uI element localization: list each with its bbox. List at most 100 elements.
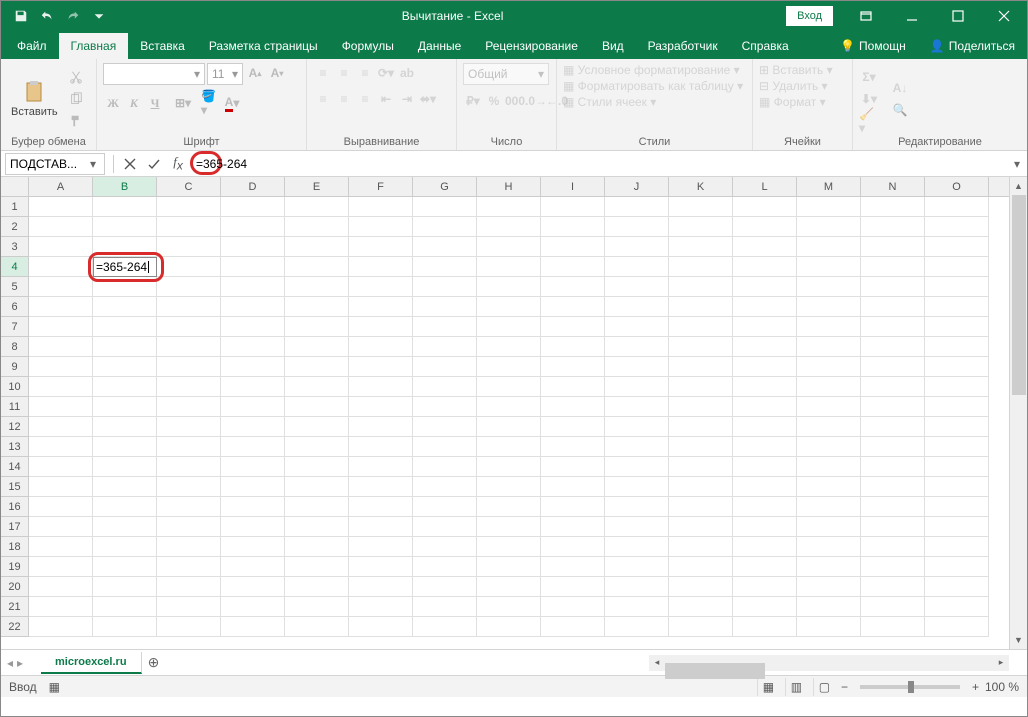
cell[interactable] — [29, 197, 93, 217]
font-name-combo[interactable]: ▾ — [103, 63, 205, 85]
cell[interactable] — [797, 377, 861, 397]
cell[interactable] — [541, 357, 605, 377]
tab-help[interactable]: Справка — [730, 33, 801, 59]
scroll-up-icon[interactable]: ▲ — [1010, 177, 1027, 195]
comma-icon[interactable]: 000 — [505, 91, 525, 111]
tab-view[interactable]: Вид — [590, 33, 636, 59]
cell[interactable] — [733, 437, 797, 457]
row-header[interactable]: 17 — [1, 517, 28, 537]
cell[interactable] — [29, 397, 93, 417]
cell[interactable] — [925, 437, 989, 457]
cell[interactable] — [605, 297, 669, 317]
cell[interactable] — [285, 457, 349, 477]
column-header[interactable]: E — [285, 177, 349, 196]
cell[interactable] — [541, 477, 605, 497]
cell[interactable] — [157, 497, 221, 517]
cell[interactable] — [221, 397, 285, 417]
underline-button[interactable]: Ч — [145, 93, 165, 113]
sheet-next-icon[interactable]: ▸ — [17, 656, 23, 670]
undo-icon[interactable] — [35, 4, 59, 28]
cell[interactable] — [221, 577, 285, 597]
cell[interactable] — [29, 617, 93, 637]
cell[interactable] — [29, 437, 93, 457]
cell[interactable] — [733, 257, 797, 277]
cancel-formula-icon[interactable] — [118, 153, 142, 175]
cell[interactable] — [669, 277, 733, 297]
cell[interactable] — [541, 577, 605, 597]
cell[interactable] — [349, 377, 413, 397]
cell[interactable] — [797, 517, 861, 537]
cell[interactable] — [413, 417, 477, 437]
row-header[interactable]: 16 — [1, 497, 28, 517]
cell[interactable] — [413, 217, 477, 237]
cell[interactable] — [93, 457, 157, 477]
row-header[interactable]: 1 — [1, 197, 28, 217]
column-header[interactable]: B — [93, 177, 157, 196]
row-header[interactable]: 10 — [1, 377, 28, 397]
cell[interactable] — [93, 277, 157, 297]
column-header[interactable]: D — [221, 177, 285, 196]
cell[interactable] — [221, 297, 285, 317]
cell[interactable] — [733, 537, 797, 557]
cell[interactable] — [349, 537, 413, 557]
cell[interactable] — [605, 317, 669, 337]
cell[interactable] — [157, 597, 221, 617]
cell[interactable] — [477, 337, 541, 357]
cell[interactable] — [413, 397, 477, 417]
cell[interactable] — [861, 477, 925, 497]
cell[interactable] — [477, 437, 541, 457]
save-icon[interactable] — [9, 4, 33, 28]
cell[interactable] — [221, 457, 285, 477]
column-header[interactable]: M — [797, 177, 861, 196]
cell[interactable] — [605, 517, 669, 537]
cell[interactable] — [157, 417, 221, 437]
cell[interactable] — [221, 317, 285, 337]
cell[interactable] — [285, 237, 349, 257]
cell[interactable] — [349, 397, 413, 417]
cell[interactable] — [349, 437, 413, 457]
cell[interactable] — [797, 417, 861, 437]
cell[interactable] — [541, 397, 605, 417]
cell[interactable] — [93, 217, 157, 237]
cell[interactable] — [733, 417, 797, 437]
cell[interactable] — [93, 477, 157, 497]
cell[interactable] — [93, 437, 157, 457]
cell[interactable] — [733, 597, 797, 617]
cell[interactable] — [285, 577, 349, 597]
cell[interactable] — [413, 277, 477, 297]
cell[interactable] — [477, 557, 541, 577]
row-header[interactable]: 6 — [1, 297, 28, 317]
cell[interactable] — [413, 577, 477, 597]
row-header[interactable]: 11 — [1, 397, 28, 417]
sort-filter-icon[interactable]: A↓ — [887, 78, 913, 98]
cell[interactable] — [925, 457, 989, 477]
cell[interactable] — [477, 537, 541, 557]
column-header[interactable]: O — [925, 177, 989, 196]
cell[interactable] — [733, 197, 797, 217]
cell[interactable] — [797, 317, 861, 337]
cell[interactable] — [669, 577, 733, 597]
column-header[interactable]: K — [669, 177, 733, 196]
cell[interactable] — [477, 417, 541, 437]
row-header[interactable]: 12 — [1, 417, 28, 437]
cell[interactable] — [221, 417, 285, 437]
cell[interactable] — [605, 237, 669, 257]
cell[interactable] — [29, 497, 93, 517]
cell[interactable] — [797, 477, 861, 497]
cell[interactable] — [285, 597, 349, 617]
row-header[interactable]: 9 — [1, 357, 28, 377]
cell[interactable] — [157, 217, 221, 237]
align-bottom-icon[interactable]: ≡ — [355, 63, 375, 83]
cell[interactable] — [797, 457, 861, 477]
row-header[interactable]: 3 — [1, 237, 28, 257]
cell[interactable] — [93, 357, 157, 377]
conditional-formatting-button[interactable]: ▦ Условное форматирование ▾ — [563, 63, 740, 77]
align-right-icon[interactable]: ≡ — [355, 89, 375, 109]
cell[interactable] — [861, 357, 925, 377]
scroll-down-icon[interactable]: ▼ — [1010, 631, 1027, 649]
cell[interactable] — [93, 537, 157, 557]
cell[interactable] — [29, 317, 93, 337]
cell[interactable] — [29, 517, 93, 537]
cell[interactable] — [733, 477, 797, 497]
column-header[interactable]: N — [861, 177, 925, 196]
